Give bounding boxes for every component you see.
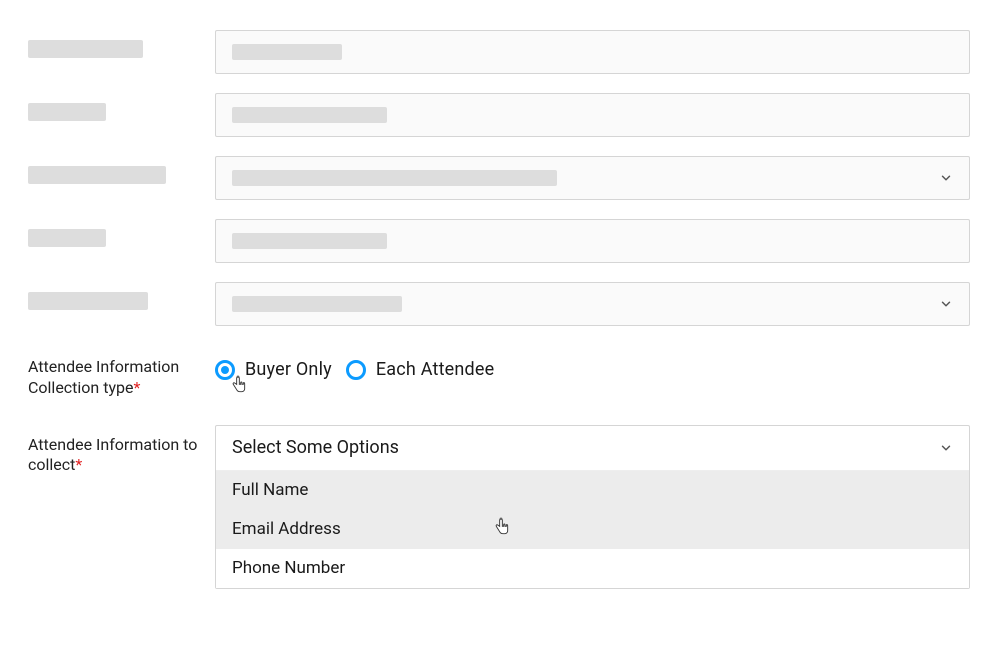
option-label: Full Name	[232, 480, 308, 500]
collection-type-label-wrap: Attendee Information Collection type*	[28, 357, 215, 399]
option-email-address[interactable]: Email Address	[216, 510, 969, 549]
radio-label-buyer-only: Buyer Only	[245, 359, 332, 380]
select-input-placeholder-2[interactable]	[215, 282, 970, 326]
collection-type-label: Attendee Information Collection type	[28, 357, 179, 397]
form-row-placeholder-2	[28, 93, 970, 137]
multiselect-header[interactable]: Select Some Options	[216, 426, 969, 470]
chevron-down-icon	[939, 441, 953, 455]
option-phone-number[interactable]: Phone Number	[216, 549, 969, 588]
text-input-placeholder-3[interactable]	[215, 219, 970, 263]
select-input-placeholder-1[interactable]	[215, 156, 970, 200]
radio-circle-icon	[215, 360, 235, 380]
info-to-collect-label: Attendee Information to collect	[28, 435, 197, 475]
form-label-placeholder	[28, 156, 215, 184]
form-label-placeholder	[28, 93, 215, 121]
option-label: Phone Number	[232, 558, 345, 578]
form-label-placeholder	[28, 282, 215, 310]
option-full-name[interactable]: Full Name	[216, 471, 969, 510]
text-input-placeholder-1[interactable]	[215, 30, 970, 74]
radio-label-each-attendee: Each Attendee	[376, 359, 495, 380]
form-row-info-to-collect: Attendee Information to collect* Select …	[28, 425, 970, 589]
multiselect-dropdown: Full Name Email Address Phone Number	[216, 470, 969, 588]
form-row-placeholder-5	[28, 282, 970, 326]
radio-each-attendee[interactable]: Each Attendee	[346, 359, 495, 380]
chevron-down-icon	[939, 297, 953, 311]
form-label-placeholder	[28, 30, 215, 58]
chevron-down-icon	[939, 171, 953, 185]
form-label-placeholder	[28, 219, 215, 247]
form-row-placeholder-3	[28, 156, 970, 200]
multiselect-placeholder: Select Some Options	[232, 437, 399, 458]
form-row-placeholder-4	[28, 219, 970, 263]
info-to-collect-multiselect[interactable]: Select Some Options Full Name Email Addr…	[215, 425, 970, 589]
collection-type-radio-group: Buyer Only Each Attendee	[215, 357, 970, 380]
required-marker: *	[75, 455, 82, 474]
text-input-placeholder-2[interactable]	[215, 93, 970, 137]
required-marker: *	[134, 378, 141, 397]
form-row-placeholder-1	[28, 30, 970, 74]
info-to-collect-label-wrap: Attendee Information to collect*	[28, 425, 215, 477]
radio-buyer-only[interactable]: Buyer Only	[215, 359, 332, 380]
form-row-collection-type: Attendee Information Collection type* Bu…	[28, 357, 970, 399]
radio-circle-icon	[346, 360, 366, 380]
option-label: Email Address	[232, 519, 341, 539]
